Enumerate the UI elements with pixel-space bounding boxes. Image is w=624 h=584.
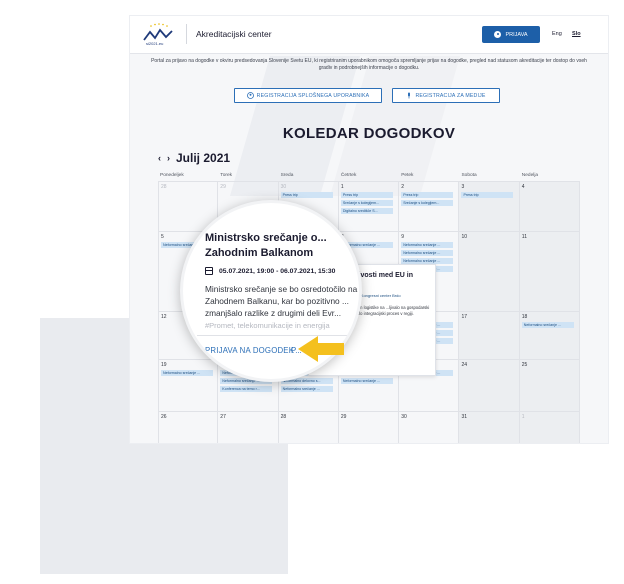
header-divider	[186, 24, 187, 44]
day-number: 2	[401, 184, 404, 190]
pointer-arrow-icon	[298, 336, 344, 362]
login-button[interactable]: PRIJAVA	[482, 26, 540, 43]
lang-slo-link[interactable]: Slo	[572, 31, 581, 37]
calendar-day-cell[interactable]: 4	[519, 182, 581, 231]
weekday-label: Nedelja	[521, 173, 539, 178]
weekday-label: Četrtek	[340, 173, 357, 178]
day-number: 28	[161, 184, 167, 190]
calendar-event[interactable]: Press trip	[280, 192, 333, 198]
month-navigation: ‹ › Julij 2021	[158, 151, 230, 165]
calendar-event[interactable]: Neformalno srečanje ...	[340, 378, 393, 384]
day-number: 28	[280, 414, 287, 420]
calendar-title: KOLEDAR DOGODKOV	[282, 125, 456, 142]
calendar-day-cell[interactable]: 17	[459, 312, 520, 359]
logo-caption: si2021.eu	[146, 41, 164, 46]
calendar-event[interactable]: Neformalno srečanje ...	[280, 386, 333, 392]
register-media-button[interactable]: REGISTRACIJA ZA MEDIJE	[392, 88, 500, 103]
calendar-event[interactable]: Press trip	[461, 192, 514, 198]
day-number: 10	[461, 234, 468, 240]
calendar-day-cell[interactable]: 19 Neformalno srečanje ...	[158, 360, 219, 411]
weekday-label: Sreda	[280, 173, 294, 178]
app-title: Akreditacijski center	[196, 29, 272, 39]
calendar-event[interactable]: Neformalno srečanje ...	[401, 242, 454, 248]
calendar-event[interactable]: Neformalno srečanje ...	[521, 322, 574, 328]
event-tag: #Promet, telekomunikacije in energija	[205, 321, 330, 330]
lang-eng-link[interactable]: Eng	[552, 31, 562, 37]
day-number: 1	[521, 414, 525, 420]
day-number: 27	[220, 414, 226, 420]
day-number: 9	[401, 234, 404, 240]
magnified-event-description: Ministrsko srečanje se bo osredotočilo n…	[205, 284, 362, 318]
next-month-icon[interactable]: ›	[167, 153, 170, 163]
calendar-day-cell[interactable]: 24	[459, 360, 520, 411]
day-number: 29	[220, 184, 226, 190]
weekday-label: Sobota	[461, 173, 477, 178]
current-month: Julij 2021	[176, 151, 231, 165]
day-number: 1	[340, 184, 344, 190]
calendar-day-cell[interactable]: 25	[519, 360, 581, 411]
calendar-event[interactable]: Srečanje s kolegijem...	[340, 200, 393, 206]
calendar-event[interactable]: Neformalno srečanje ...	[161, 370, 213, 376]
calendar-day-cell[interactable]: 31	[459, 412, 520, 443]
top-bar: si2021.eu Akreditacijski center PRIJAVA …	[130, 16, 608, 54]
register-general-label: REGISTRACIJA SPLOŠNEGA UPORABNIKA	[256, 92, 370, 99]
event-date-text: 05.07.2021, 19:00 - 06.07.2021, 15:30	[219, 267, 336, 275]
calendar-week-row: 26 27 28 29 30 31 1	[158, 412, 581, 443]
day-number: 19	[161, 362, 167, 368]
day-number: 29	[340, 414, 347, 420]
calendar-event[interactable]: Neformalno srečanje ...	[401, 250, 454, 256]
calendar-icon	[205, 267, 213, 275]
calendar-event[interactable]: Press trip	[340, 192, 393, 198]
intro-text: Portal za prijavo na dogodke v okviru pr…	[151, 58, 587, 71]
calendar-day-cell[interactable]: 27	[218, 412, 279, 443]
calendar-day-cell[interactable]: 29	[339, 412, 400, 443]
calendar-day-cell[interactable]: 28	[279, 412, 339, 443]
day-number: 3	[461, 184, 465, 190]
calendar-day-cell[interactable]: 3 Press trip	[459, 182, 520, 231]
calendar-event[interactable]: Press trip	[401, 192, 454, 198]
weekday-header: Ponedeljek Torek Sreda Četrtek Petek Sobota Ne…	[158, 171, 580, 181]
weekday-label: Ponedeljek	[160, 173, 184, 178]
calendar-day-cell[interactable]: 1	[519, 412, 581, 443]
login-label: PRIJAVA	[505, 31, 528, 38]
day-number: 4	[521, 184, 525, 190]
weekday-label: Petek	[401, 173, 414, 178]
day-number: 17	[461, 314, 468, 320]
calendar-day-cell[interactable]: 26	[158, 412, 219, 443]
prev-month-icon[interactable]: ‹	[158, 153, 161, 163]
user-circle-icon	[246, 92, 254, 99]
day-number: 31	[461, 414, 468, 420]
magnified-event-date: 05.07.2021, 19:00 - 06.07.2021, 15:30	[205, 267, 335, 275]
calendar-day-cell[interactable]: 10	[459, 232, 520, 311]
calendar-event[interactable]: Konferenca na temo r...	[220, 386, 273, 392]
calendar-day-cell[interactable]: 30	[399, 412, 460, 443]
day-number: 11	[521, 234, 527, 240]
register-general-button[interactable]: REGISTRACIJA SPLOŠNEGA UPORABNIKA	[234, 88, 382, 103]
day-number: 18	[521, 314, 528, 320]
calendar-day-cell[interactable]: 1 Press trip Srečanje s kolegijem... Digita…	[339, 182, 400, 231]
day-number: 25	[521, 362, 528, 368]
calendar-day-cell[interactable]: 2 Press trip Srečanje s kolegijem...	[399, 182, 460, 231]
microphone-icon	[408, 92, 411, 99]
day-number: 30	[280, 184, 287, 190]
calendar-event[interactable]: Digitalno središče S...	[340, 208, 393, 214]
day-number: 24	[461, 362, 468, 368]
calendar-day-cell[interactable]: 18 Neformalno srečanje ...	[519, 312, 581, 359]
register-media-label: REGISTRACIJA ZA MEDIJE	[415, 92, 486, 99]
app-screenshot: si2021.eu Akreditacijski center PRIJAVA …	[130, 16, 608, 443]
calendar-event[interactable]: Srečanje s kolegijem...	[401, 200, 454, 206]
day-number: 26	[161, 414, 167, 420]
weekday-label: Torek	[220, 173, 233, 178]
register-event-link[interactable]: PRIJAVA NA DOGODEK	[205, 346, 294, 355]
calendar-day-cell[interactable]: 11	[519, 232, 581, 311]
day-number: 30	[401, 414, 407, 420]
magnified-event-title: Ministrsko srečanje o... Zahodnim Balkan…	[205, 232, 327, 259]
user-icon	[494, 31, 502, 38]
